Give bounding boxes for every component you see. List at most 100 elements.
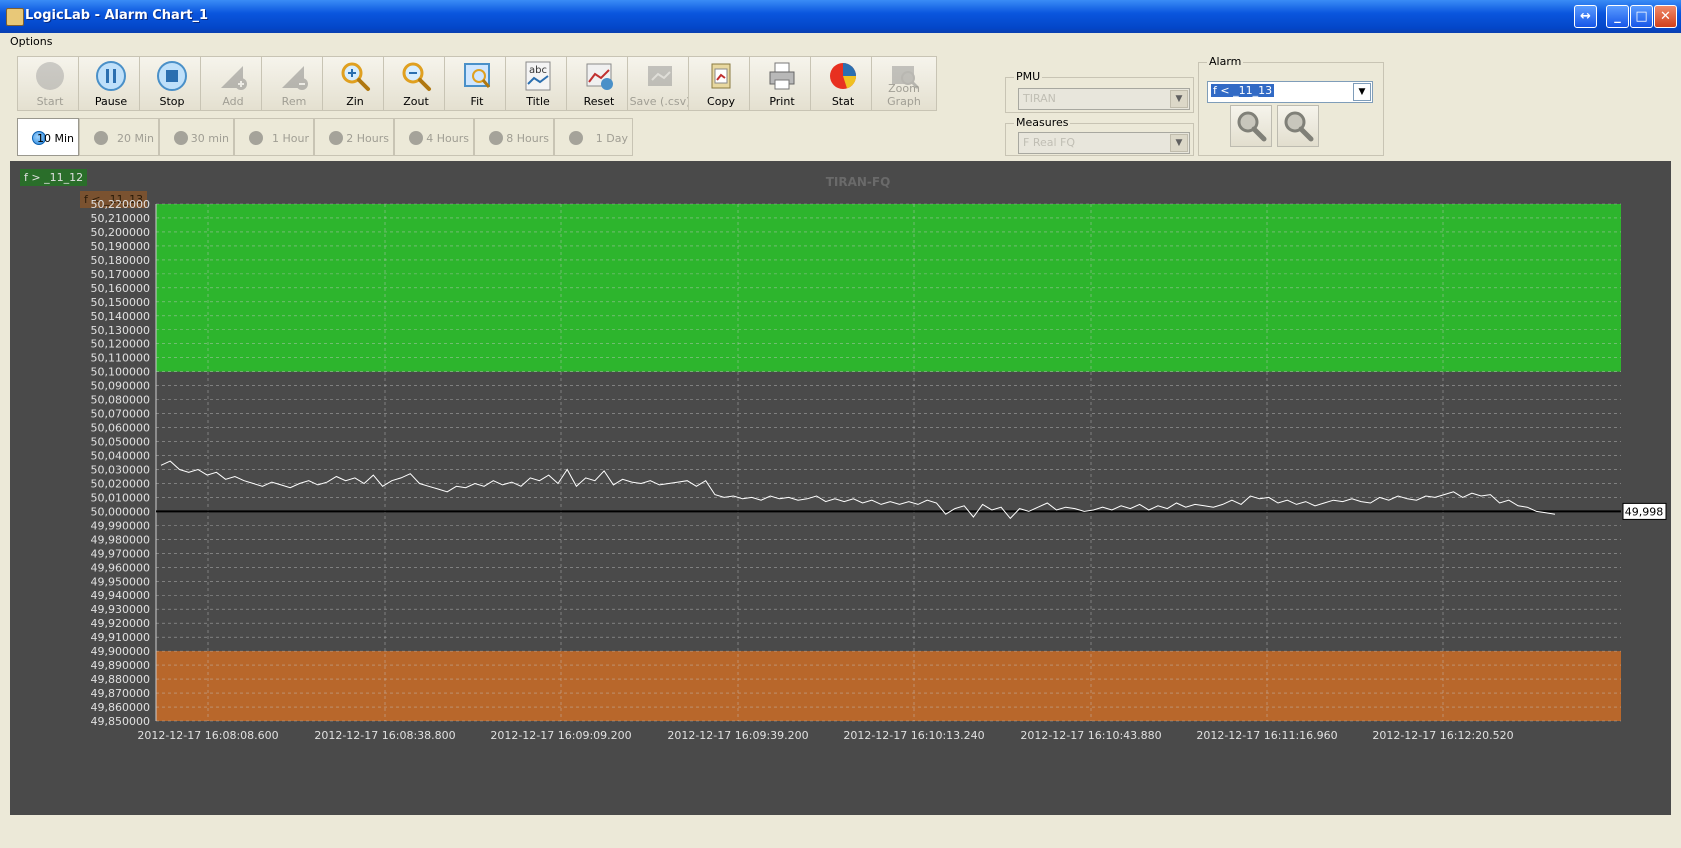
range-option-1-hour[interactable]: 1 Hour [234,118,314,156]
alarm-chart[interactable]: 50,22000050,21000050,20000050,19000050,1… [10,161,1671,815]
range-option-label: 4 Hours [426,132,469,145]
y-tick-label: 50,190000 [91,240,151,253]
minimize-icon: _ [1614,9,1621,24]
x-tick-label: 2012-12-17 16:11:16.960 [1196,729,1337,742]
range-option-2-hours[interactable]: 2 Hours [314,118,394,156]
close-button[interactable]: ✕ [1654,5,1677,28]
chevron-down-icon: ▼ [1170,90,1188,108]
range-option-label: 2 Hours [346,132,389,145]
rem-button[interactable]: Rem [261,56,327,111]
y-tick-label: 50,100000 [91,366,151,379]
menu-options[interactable]: Options [10,35,52,48]
minimize-button[interactable]: _ [1606,5,1629,28]
toolbar-button-label: Rem [281,95,307,108]
toolbar-button-label: Start [36,95,64,108]
y-tick-label: 49,870000 [91,687,151,700]
range-option-8-hours[interactable]: 8 Hours [474,118,554,156]
copy-button[interactable]: Copy [688,56,754,111]
lower-alarm-band [156,651,1621,721]
range-option-20-min[interactable]: 20 Min [79,118,159,156]
y-tick-label: 50,070000 [91,408,151,421]
x-tick-label: 2012-12-17 16:09:09.200 [490,729,631,742]
y-tick-label: 50,040000 [91,450,151,463]
toolbar-button-label: Reset [583,95,615,108]
y-tick-label: 50,120000 [91,338,151,351]
app-icon [6,8,24,26]
y-tick-label: 50,160000 [91,282,151,295]
zout-button[interactable]: Zout [383,56,449,111]
range-option-1-day[interactable]: 1 Day [554,118,633,156]
menu-bar: Options [0,33,1681,50]
alarm-next-zoom-button[interactable] [1277,105,1319,147]
reset-button[interactable]: Reset [566,56,632,111]
restore-size-button[interactable]: ↔ [1574,5,1597,28]
pause-icon [95,60,127,92]
radio-dot-icon [329,131,343,145]
y-tick-label: 49,910000 [91,631,151,644]
y-tick-label: 50,180000 [91,254,151,267]
status-bar [0,825,1681,848]
print-button[interactable]: Print [749,56,815,111]
alarm-select[interactable]: f < _11_13 ▼ [1207,81,1373,103]
start-button[interactable]: Start [17,56,83,111]
measures-value: F Real FQ [1023,136,1076,149]
range-option-label: 1 Day [595,132,628,145]
radio-dot-icon [174,131,188,145]
x-tick-label: 2012-12-17 16:10:13.240 [843,729,984,742]
zoom-in-icon [339,60,371,92]
y-tick-label: 50,080000 [91,394,151,407]
range-option-30-min[interactable]: 30 min [159,118,234,156]
zin-button[interactable]: Zin [322,56,388,111]
reset-icon [583,60,615,92]
pause-button[interactable]: Pause [78,56,144,111]
alarm-label: Alarm [1207,55,1244,68]
magnifier-icon [1284,111,1314,142]
chevron-down-icon: ▼ [1353,83,1371,101]
save-csv-button[interactable]: Save (.csv) [627,56,693,111]
toolbar-button-label: Title [526,95,550,108]
pmu-select[interactable]: TIRAN ▼ [1018,88,1190,110]
toolbar-button-label: Stop [159,95,185,108]
zoom-graph-button[interactable]: Zoom Graph [871,56,937,111]
chart-title: TIRAN-FQ [826,175,891,189]
fit-button[interactable]: Fit [444,56,510,111]
y-tick-label: 49,930000 [91,603,151,616]
range-option-4-hours[interactable]: 4 Hours [394,118,474,156]
x-tick-label: 2012-12-17 16:08:38.800 [314,729,455,742]
zoom-out-icon [400,60,432,92]
y-tick-label: 49,970000 [91,547,151,560]
alarm-prev-zoom-button[interactable] [1230,105,1272,147]
range-option-label: 10 Min [36,132,74,145]
y-tick-label: 50,010000 [91,491,151,504]
y-tick-label: 50,150000 [91,296,151,309]
add-button[interactable]: Add [200,56,266,111]
time-range-selector: 10 Min 20 Min 30 min 1 Hour 2 Hours 4 Hours 8 … [17,118,658,156]
window-title: LogicLab - Alarm Chart_1 [25,8,209,23]
title-button[interactable]: abc Title [505,56,571,111]
measures-select[interactable]: F Real FQ ▼ [1018,132,1190,154]
stat-button[interactable]: Stat [810,56,876,111]
y-tick-label: 50,020000 [91,477,151,490]
chevron-down-icon: ▼ [1170,134,1188,152]
toolbar: Start Pause Stop Add Rem Zin Zout Fit abc Title Re… [17,56,995,111]
stat-pie-icon [827,60,859,92]
x-tick-label: 2012-12-17 16:08:08.600 [137,729,278,742]
range-option-10-min[interactable]: 10 Min [17,118,79,156]
y-tick-label: 50,060000 [91,422,151,435]
radio-dot-icon [94,131,108,145]
y-tick-label: 49,890000 [91,659,151,672]
toolbar-button-label: Zin [346,95,364,108]
alarm-group: Alarm f < _11_13 ▼ [1198,55,1384,156]
toolbar-button-label: Zout [403,95,429,108]
pmu-value: TIRAN [1023,92,1056,105]
toolbar-button-label: Print [769,95,795,108]
stop-button[interactable]: Stop [139,56,205,111]
radio-dot-icon [569,131,583,145]
start-icon [34,60,66,92]
y-tick-label: 49,850000 [91,715,151,728]
maximize-button[interactable]: □ [1630,5,1653,28]
remove-icon [278,60,310,92]
save-csv-icon [644,60,676,92]
y-tick-label: 50,170000 [91,268,151,281]
measures-label: Measures [1014,116,1071,129]
